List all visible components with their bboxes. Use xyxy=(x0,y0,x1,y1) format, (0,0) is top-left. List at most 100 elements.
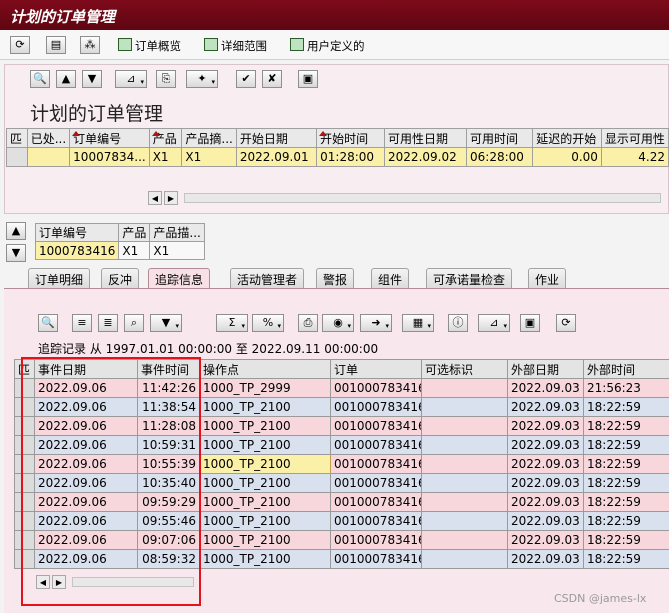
tab-backflush[interactable]: 反冲 xyxy=(101,268,140,288)
tab-alerts[interactable]: 警报 xyxy=(316,268,355,288)
table-cell[interactable]: 2022.09.01 xyxy=(235,147,318,167)
table-cell[interactable]: 1000_TP_2100 xyxy=(199,416,331,436)
layout-select-icon[interactable]: ⊿ ▾ xyxy=(115,70,147,88)
view-icon[interactable]: ◉ ▾ xyxy=(322,314,354,332)
subtotal-icon[interactable]: % ▾ xyxy=(252,314,284,332)
table-cell[interactable] xyxy=(421,511,508,531)
table-cell[interactable]: 2022.09.03 xyxy=(507,473,584,493)
table-cell[interactable]: 06:28:00 xyxy=(466,147,534,167)
tab-atp-check[interactable]: 可承诺量检查 xyxy=(426,268,513,288)
detail-scope-button[interactable]: 详细范围 xyxy=(204,38,267,54)
column-header[interactable]: 订单编号 xyxy=(69,128,150,148)
table-cell[interactable]: 001000783416 xyxy=(330,378,422,398)
scroll-right-icon[interactable]: ▶ xyxy=(164,191,178,205)
column-header[interactable]: 订单 xyxy=(330,359,422,379)
table-cell[interactable]: 001000783416 xyxy=(330,473,422,493)
table-cell[interactable]: 001000783416 xyxy=(330,492,422,512)
table-cell[interactable]: 01:28:00 xyxy=(316,147,386,167)
export-icon[interactable]: ➜ ▾ xyxy=(360,314,392,332)
magic-wand-icon[interactable]: ✦ ▾ xyxy=(186,70,218,88)
table-cell[interactable]: 001000783416 xyxy=(330,435,422,455)
table-cell[interactable]: 1000_TP_2100 xyxy=(199,549,331,569)
horizontal-scrollbar[interactable]: ◀ ▶ xyxy=(148,190,663,206)
table-cell[interactable]: 2022.09.03 xyxy=(507,530,584,550)
table-cell[interactable]: 1000_TP_2100 xyxy=(199,530,331,550)
table-cell[interactable]: 21:56:23 xyxy=(583,378,669,398)
layout-icon[interactable]: ▦ ▾ xyxy=(402,314,434,332)
row-selector-header[interactable]: 匹 xyxy=(6,128,28,148)
table-cell[interactable] xyxy=(421,492,508,512)
table-cell[interactable]: 1000_TP_2100 xyxy=(199,511,331,531)
sum-icon[interactable]: Σ ▾ xyxy=(216,314,248,332)
scroll-left-icon[interactable]: ◀ xyxy=(148,191,162,205)
table-cell[interactable]: 2022.09.03 xyxy=(507,416,584,436)
table-cell[interactable]: 18:22:59 xyxy=(583,511,669,531)
column-header[interactable]: 开始时间 xyxy=(316,128,386,148)
display-icon[interactable]: ▤ xyxy=(46,36,66,54)
refresh-icon[interactable]: ⟳ xyxy=(556,314,576,332)
table-cell[interactable]: 18:22:59 xyxy=(583,416,669,436)
export-icon[interactable]: ⎘ xyxy=(156,70,176,88)
table-cell[interactable]: 001000783416 xyxy=(330,454,422,474)
tab-operations[interactable]: 作业 xyxy=(528,268,567,288)
table-cell[interactable]: 1000_TP_2100 xyxy=(199,435,331,455)
arrow-down-icon[interactable]: ▼ xyxy=(82,70,102,88)
hierarchy-icon[interactable]: ⁂ xyxy=(80,36,100,54)
column-header[interactable]: 可选标识 xyxy=(421,359,508,379)
table-cell[interactable]: 18:22:59 xyxy=(583,435,669,455)
table-cell[interactable]: X1 xyxy=(148,147,183,167)
layout-select-icon[interactable]: ⊿ ▾ xyxy=(478,314,510,332)
sort-asc-icon[interactable]: ≡ xyxy=(72,314,92,332)
table-cell[interactable]: 1000_TP_2100 xyxy=(199,397,331,417)
table-cell[interactable]: 1000_TP_2100 xyxy=(199,492,331,512)
save-layout-icon[interactable]: ▣ xyxy=(520,314,540,332)
table-row[interactable]: 10007834... X1 X1 2022.09.01 01:28:00 20… xyxy=(6,147,669,167)
table-cell[interactable]: 2022.09.03 xyxy=(507,397,584,417)
table-cell[interactable]: X1 xyxy=(181,147,237,167)
table-cell[interactable] xyxy=(421,378,508,398)
table-cell[interactable] xyxy=(421,435,508,455)
column-header[interactable]: 外部日期 xyxy=(507,359,584,379)
column-header[interactable]: 操作点 xyxy=(199,359,331,379)
table-cell[interactable]: 18:22:59 xyxy=(583,454,669,474)
filter-icon[interactable]: ▼ ▾ xyxy=(150,314,182,332)
tab-components[interactable]: 组件 xyxy=(371,268,410,288)
table-cell[interactable]: 10007834... xyxy=(69,147,150,167)
details-icon[interactable]: 🔍 xyxy=(38,314,58,332)
user-defined-button[interactable]: 用户定义的 xyxy=(290,38,365,54)
table-cell[interactable]: 2022.09.03 xyxy=(507,511,584,531)
column-header[interactable]: 可用性日期 xyxy=(384,128,468,148)
table-cell[interactable] xyxy=(26,147,71,167)
table-cell[interactable] xyxy=(421,530,508,550)
table-cell[interactable] xyxy=(421,473,508,493)
table-cell[interactable]: 2022.09.03 xyxy=(507,549,584,569)
table-cell[interactable]: 2022.09.02 xyxy=(384,147,468,167)
find-icon[interactable]: ⌕ xyxy=(124,314,144,332)
table-cell[interactable]: 001000783416 xyxy=(330,416,422,436)
table-cell[interactable]: 001000783416 xyxy=(330,530,422,550)
table-cell[interactable]: 1000_TP_2100 xyxy=(199,473,331,493)
table-cell[interactable]: 2022.09.03 xyxy=(507,435,584,455)
table-cell[interactable]: 2022.09.03 xyxy=(507,378,584,398)
table-cell[interactable]: 18:22:59 xyxy=(583,492,669,512)
sort-desc-icon[interactable]: ≣ xyxy=(98,314,118,332)
tab-tracking-info[interactable]: 追踪信息 xyxy=(148,268,211,288)
reject-icon[interactable]: ✘ xyxy=(262,70,282,88)
refresh-icon[interactable]: ⟳ xyxy=(10,36,30,54)
table-cell[interactable]: 18:22:59 xyxy=(583,530,669,550)
column-header[interactable]: 延迟的开始 xyxy=(532,128,602,148)
column-header[interactable]: 显示可用性 xyxy=(600,128,669,148)
table-cell[interactable]: 2022.09.03 xyxy=(507,492,584,512)
order-overview-button[interactable]: 订单概览 xyxy=(118,38,181,54)
table-cell[interactable] xyxy=(421,454,508,474)
table-cell[interactable] xyxy=(421,416,508,436)
previous-order-icon[interactable]: ▲ xyxy=(6,222,26,240)
table-cell[interactable] xyxy=(421,549,508,569)
column-header[interactable]: 外部时间 xyxy=(583,359,669,379)
arrow-up-icon[interactable]: ▲ xyxy=(56,70,76,88)
column-header[interactable]: 已处... xyxy=(26,128,71,148)
table-cell[interactable]: 4.22 xyxy=(600,147,669,167)
save-layout-icon[interactable]: ▣ xyxy=(298,70,318,88)
tab-order-details[interactable]: 订单明细 xyxy=(28,268,91,288)
column-header[interactable]: 产品摘... xyxy=(181,128,237,148)
